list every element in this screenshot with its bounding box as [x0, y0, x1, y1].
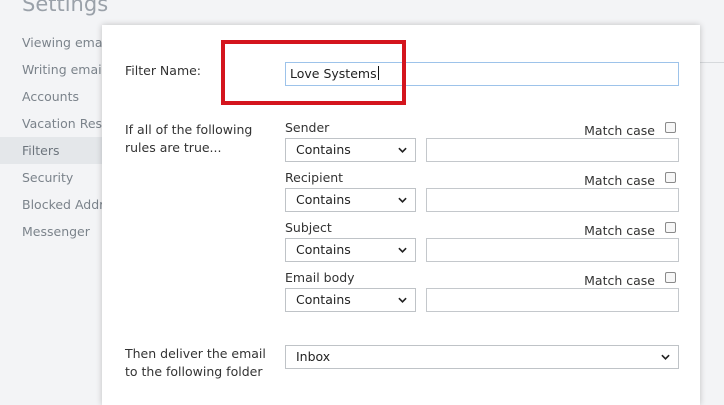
- rule-value-input[interactable]: [426, 188, 679, 212]
- rule-field-label: Subject: [285, 220, 332, 235]
- filter-dialog: Filter Name: Love Systems If all of the …: [102, 25, 700, 405]
- sidebar-item-accounts[interactable]: Accounts: [0, 83, 102, 110]
- rule-operator-value: Contains: [296, 192, 351, 207]
- rule-value-input[interactable]: [426, 138, 679, 162]
- chevron-down-icon: [398, 297, 407, 303]
- filter-name-input[interactable]: Love Systems: [285, 62, 679, 86]
- rule-operator-value: Contains: [296, 242, 351, 257]
- rule-field-label: Email body: [285, 270, 355, 285]
- deliver-folder-value: Inbox: [296, 349, 331, 364]
- page-title: Settings: [22, 0, 109, 16]
- chevron-down-icon: [398, 247, 407, 253]
- rule-value-input[interactable]: [426, 238, 679, 262]
- rule-operator-value: Contains: [296, 292, 351, 307]
- sidebar-item-writing-email[interactable]: Writing email: [0, 56, 102, 83]
- filter-name-label: Filter Name:: [125, 63, 202, 78]
- match-case-checkbox[interactable]: [665, 172, 676, 183]
- deliver-folder-select[interactable]: Inbox: [285, 345, 679, 369]
- text-cursor: [377, 66, 379, 80]
- sidebar-item-filters[interactable]: Filters: [0, 137, 102, 164]
- rule-operator-select[interactable]: Contains: [285, 138, 416, 162]
- sidebar-item-messenger[interactable]: Messenger: [0, 218, 102, 245]
- divider: [700, 62, 724, 63]
- rule-field-label: Recipient: [285, 170, 344, 185]
- match-case-checkbox[interactable]: [665, 122, 676, 133]
- chevron-down-icon: [661, 354, 670, 360]
- sidebar-item-blocked-addresses[interactable]: Blocked Addresses: [0, 191, 102, 218]
- sidebar-item-security[interactable]: Security: [0, 164, 102, 191]
- rules-label-line1: If all of the following: [125, 122, 253, 137]
- rule-value-input[interactable]: [426, 288, 679, 312]
- rule-operator-value: Contains: [296, 142, 351, 157]
- match-case-checkbox[interactable]: [665, 272, 676, 283]
- rule-operator-select[interactable]: Contains: [285, 238, 416, 262]
- chevron-down-icon: [398, 197, 407, 203]
- sidebar-item-vacation-response[interactable]: Vacation Response: [0, 110, 102, 137]
- chevron-down-icon: [398, 147, 407, 153]
- rule-operator-select[interactable]: Contains: [285, 288, 416, 312]
- rule-field-label: Sender: [285, 120, 330, 135]
- match-case-checkbox[interactable]: [665, 222, 676, 233]
- sidebar-item-viewing-email[interactable]: Viewing email: [0, 29, 102, 56]
- filter-name-value: Love Systems: [290, 66, 377, 81]
- deliver-label-line2: to the following folder: [125, 364, 263, 379]
- rules-label-line2: rules are true...: [125, 140, 222, 155]
- rule-operator-select[interactable]: Contains: [285, 188, 416, 212]
- deliver-label-line1: Then deliver the email: [125, 346, 266, 361]
- settings-sidebar: Viewing email Writing email Accounts Vac…: [0, 29, 102, 245]
